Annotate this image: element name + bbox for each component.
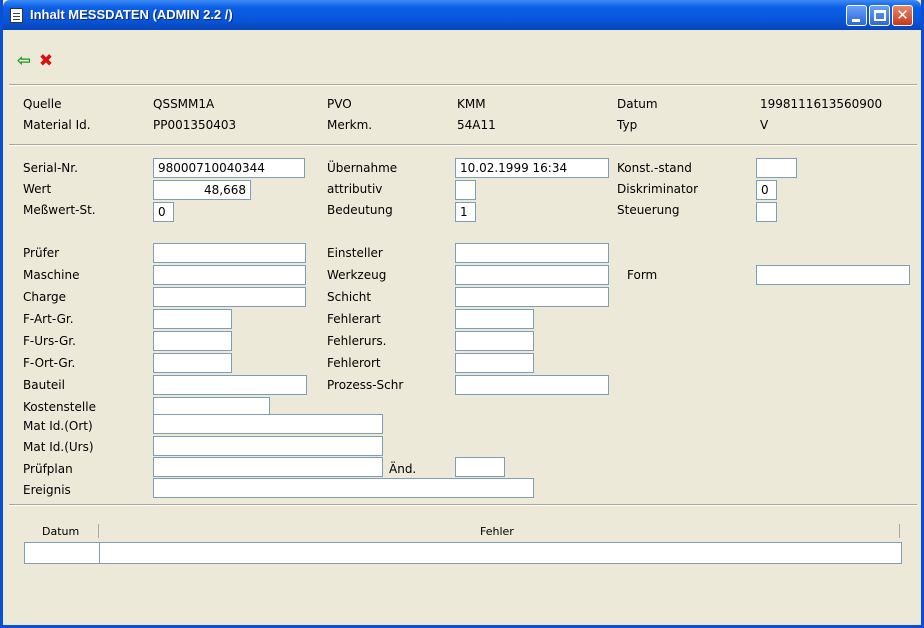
konst-label: Konst.-stand [617, 161, 692, 175]
fehlerort-field[interactable] [455, 353, 534, 373]
material-value: PP001350403 [153, 118, 237, 132]
form-label: Form [627, 268, 658, 282]
back-arrow-icon[interactable]: ⇦ [15, 52, 33, 70]
schicht-label: Schicht [327, 290, 372, 304]
fursgr-field[interactable] [153, 331, 232, 351]
steuerung-label: Steuerung [617, 203, 680, 217]
bedeutung-field[interactable]: 1 [455, 202, 476, 222]
merkm-value: 54A11 [457, 118, 496, 132]
grid-cell-fehler[interactable] [101, 543, 901, 563]
close-icon: ✕ [896, 6, 909, 24]
cancel-x-icon[interactable]: ✖ [37, 52, 55, 70]
material-label: Material Id. [23, 118, 91, 132]
messwert-field[interactable]: 0 [153, 202, 174, 222]
bedeutung-label: Bedeutung [327, 203, 393, 217]
fehlerort-label: Fehlerort [327, 356, 381, 370]
matort-field[interactable] [153, 414, 383, 434]
einsteller-field[interactable] [455, 243, 609, 263]
pvo-label: PVO [327, 97, 352, 111]
pruefplan-field[interactable] [153, 457, 383, 477]
minimize-button[interactable] [846, 5, 867, 26]
maturs-field[interactable] [153, 436, 383, 456]
quelle-value: QSSMM1A [153, 97, 215, 111]
document-icon [10, 8, 23, 23]
serial-label: Serial-Nr. [23, 161, 78, 175]
werkzeug-label: Werkzeug [327, 268, 387, 282]
typ-label: Typ [617, 118, 638, 132]
ereignis-label: Ereignis [23, 483, 71, 497]
form-field[interactable] [756, 265, 910, 285]
pvo-value: KMM [457, 97, 486, 111]
wert-label: Wert [23, 182, 52, 196]
kostenstelle-label: Kostenstelle [23, 400, 96, 414]
grid-col-separator [899, 524, 900, 538]
grid-header: Datum Fehler [24, 522, 902, 540]
divider-top [9, 84, 917, 86]
prozess-field[interactable] [455, 375, 609, 395]
bauteil-label: Bauteil [23, 378, 65, 392]
grid-cell-datum[interactable] [25, 543, 100, 563]
messdaten-window: Inhalt MESSDATEN (ADMIN 2.2 /) ✕ ⇦ ✖ Que… [0, 0, 924, 628]
fortgr-field[interactable] [153, 353, 232, 373]
steuerung-field[interactable] [756, 202, 777, 222]
fursgr-label: F-Urs-Gr. [23, 334, 76, 348]
bauteil-field[interactable] [153, 375, 307, 395]
grid-col-separator [98, 524, 99, 538]
einsteller-label: Einsteller [327, 246, 383, 260]
charge-label: Charge [23, 290, 67, 304]
datum-value: 1998111613560900 [760, 97, 883, 111]
fortgr-label: F-Ort-Gr. [23, 356, 76, 370]
ereignis-field[interactable] [153, 478, 534, 498]
maturs-label: Mat Id.(Urs) [23, 440, 94, 454]
matort-label: Mat Id.(Ort) [23, 419, 93, 433]
fehlerart-field[interactable] [455, 309, 534, 329]
diskriminator-label: Diskriminator [617, 182, 699, 196]
uebernahme-field[interactable]: 10.02.1999 16:34 [455, 158, 609, 178]
uebernahme-label: Übernahme [327, 161, 398, 175]
pruefer-field[interactable] [153, 243, 306, 263]
fartgr-label: F-Art-Gr. [23, 312, 74, 326]
aend-label: Änd. [389, 462, 417, 476]
charge-field[interactable] [153, 287, 306, 307]
grid-col-datum[interactable]: Datum [42, 524, 79, 539]
fehlerurs-field[interactable] [455, 331, 534, 351]
attributiv-field[interactable] [455, 180, 476, 200]
prozess-label: Prozess-Schr [327, 378, 404, 392]
divider-bottom [9, 504, 917, 506]
fehlerart-label: Fehlerart [327, 312, 381, 326]
title-bar[interactable]: Inhalt MESSDATEN (ADMIN 2.2 /) ✕ [3, 0, 921, 30]
serial-field[interactable]: 98000710040344 [153, 158, 305, 178]
close-button[interactable]: ✕ [892, 5, 913, 26]
messwert-label: Meßwert-St. [23, 203, 96, 217]
merkm-label: Merkm. [327, 118, 373, 132]
maximize-icon [874, 10, 886, 21]
pruefer-label: Prüfer [23, 246, 60, 260]
typ-value: V [760, 118, 769, 132]
divider-middle [9, 144, 917, 146]
quelle-label: Quelle [23, 97, 62, 111]
datum-label: Datum [617, 97, 658, 111]
fartgr-field[interactable] [153, 309, 232, 329]
konst-field[interactable] [756, 158, 797, 178]
maschine-label: Maschine [23, 268, 80, 282]
maximize-button[interactable] [869, 5, 890, 26]
fehlerurs-label: Fehlerurs. [327, 334, 387, 348]
diskriminator-field[interactable]: 0 [756, 180, 777, 200]
attributiv-label: attributiv [327, 182, 383, 196]
schicht-field[interactable] [455, 287, 609, 307]
aend-field[interactable] [455, 457, 505, 477]
maschine-field[interactable] [153, 265, 306, 285]
toolbar: ⇦ ✖ [3, 30, 921, 84]
minimize-icon [852, 19, 860, 22]
grid-col-fehler[interactable]: Fehler [480, 524, 514, 539]
pruefplan-label: Prüfplan [23, 462, 73, 476]
table-row[interactable] [24, 542, 902, 564]
window-title: Inhalt MESSDATEN (ADMIN 2.2 /) [30, 7, 233, 22]
wert-field[interactable]: 48,668 [153, 180, 251, 200]
werkzeug-field[interactable] [455, 265, 609, 285]
